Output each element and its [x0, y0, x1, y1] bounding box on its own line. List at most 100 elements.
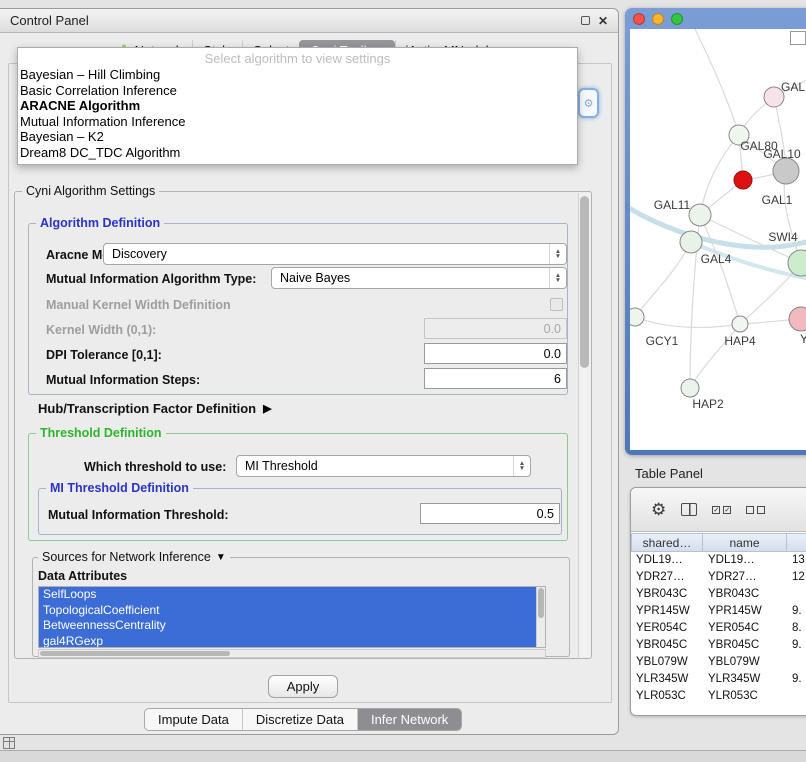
network-edge[interactable]: [635, 317, 740, 327]
network-canvas[interactable]: GAL80GAL10GAL11GAL1SWI4GAL4GCY1HAP4HAP2G…: [630, 29, 806, 450]
table-toolbar: [631, 488, 806, 532]
table-cell: YBL079W: [631, 654, 703, 671]
hub-section-toggle[interactable]: Hub/Transcription Factor Definition: [38, 401, 272, 416]
table-row[interactable]: YPR145WYPR145W9.: [631, 603, 806, 620]
column-header[interactable]: shared…: [631, 533, 703, 552]
table-row[interactable]: YDL19…YDL19…13: [631, 552, 806, 569]
network-node[interactable]: [732, 316, 748, 332]
network-node[interactable]: [681, 379, 699, 397]
bottom-tab-label: Impute Data: [158, 712, 229, 727]
list-vertical-scrollbar[interactable]: [536, 587, 545, 647]
algorithm-menu-placeholder[interactable]: Select algorithm to view settings: [18, 50, 577, 67]
table-cell: [787, 654, 806, 671]
network-node[interactable]: [689, 204, 711, 226]
bottom-tab-infer-network[interactable]: Infer Network: [357, 709, 461, 730]
table-cell: 9.: [787, 603, 806, 620]
network-edge[interactable]: [690, 29, 739, 135]
network-edge[interactable]: [700, 135, 739, 215]
mi-steps-input[interactable]: [424, 368, 567, 389]
algorithm-definition-title: Algorithm Definition: [36, 216, 164, 230]
combo-stepper-icon: [549, 244, 566, 264]
unchecked-boxes-icon[interactable]: [746, 506, 765, 514]
close-traffic-icon[interactable]: [633, 13, 645, 25]
algorithm-menu-item[interactable]: Dream8 DC_TDC Algorithm: [18, 145, 577, 161]
list-scrollbar-thumb[interactable]: [538, 588, 544, 618]
control-panel-titlebar: Control Panel: [0, 9, 618, 33]
node-label: HAP4: [724, 334, 756, 348]
list-horizontal-scrollbar[interactable]: [38, 649, 546, 658]
algorithm-menu-item[interactable]: Mutual Information Inference: [18, 114, 577, 130]
bottom-tab-impute-data[interactable]: Impute Data: [145, 709, 242, 730]
table-row[interactable]: YER054CYER054C8.: [631, 620, 806, 637]
algorithm-dropdown-menu: Select algorithm to view settings Bayesi…: [17, 47, 578, 165]
table-cell: YLR053C: [631, 688, 703, 705]
attribute-list-item[interactable]: gal4RGexp: [39, 634, 545, 649]
float-window-icon[interactable]: [581, 16, 590, 25]
algorithm-menu-item[interactable]: Basic Correlation Inference: [18, 83, 577, 99]
close-icon[interactable]: [598, 15, 608, 27]
network-node[interactable]: [788, 250, 806, 276]
attribute-list-item[interactable]: SelfLoops: [39, 587, 545, 603]
algorithm-settings-button[interactable]: ⚙: [578, 88, 599, 118]
table-cell: YLR345W: [703, 671, 787, 688]
network-edge[interactable]: [784, 171, 801, 263]
algorithm-menu-item[interactable]: ARACNE Algorithm: [18, 98, 577, 114]
network-graph: GAL80GAL10GAL11GAL1SWI4GAL4GCY1HAP4HAP2G…: [630, 29, 806, 450]
node-label: GAL4: [701, 252, 732, 266]
table-cell: YDL19…: [631, 552, 703, 569]
hub-section-label: Hub/Transcription Factor Definition: [38, 401, 256, 416]
table-cell: 8.: [787, 620, 806, 637]
cyni-bottom-tabs: Impute Data Discretize DataInfer Network: [144, 708, 462, 731]
table-row[interactable]: YBR045CYBR045C9.: [631, 637, 806, 654]
column-header[interactable]: [787, 533, 806, 552]
checked-boxes-icon[interactable]: [712, 506, 731, 514]
table-cell: 12: [787, 569, 806, 586]
table-row[interactable]: YBR043CYBR043C: [631, 586, 806, 603]
zoom-traffic-icon[interactable]: [671, 13, 683, 25]
mi-type-combo[interactable]: Naive Bayes: [271, 267, 567, 289]
table-row[interactable]: YLR053CYLR053C: [631, 688, 806, 705]
table-row[interactable]: YDR27…YDR27…12: [631, 569, 806, 586]
mi-threshold-input[interactable]: [420, 503, 560, 524]
bottom-tab-discretize-data[interactable]: Discretize Data: [242, 709, 357, 730]
table-columns-icon[interactable]: [681, 503, 697, 516]
data-attributes-list[interactable]: SelfLoopsTopologicalCoefficientBetweenne…: [38, 586, 546, 648]
algorithm-menu-item[interactable]: Bayesian – K2: [18, 129, 577, 145]
table-body: YDL19…YDL19…13YDR27…YDR27…12YBR043CYBR04…: [631, 552, 806, 705]
network-view-window: GAL80GAL10GAL11GAL1SWI4GAL4GCY1HAP4HAP2G…: [625, 8, 806, 455]
list-horizontal-thumb[interactable]: [40, 651, 230, 656]
network-node[interactable]: [773, 158, 799, 184]
network-node[interactable]: [734, 171, 752, 189]
birdseye-box[interactable]: [790, 31, 806, 45]
table-cell: 9.: [787, 637, 806, 654]
network-window-titlebar[interactable]: [625, 8, 806, 29]
gear-small-icon: ⚙: [584, 97, 594, 110]
gear-icon[interactable]: [651, 501, 666, 518]
algorithm-menu-item[interactable]: Bayesian – Hill Climbing: [18, 67, 577, 83]
dpi-tolerance-input[interactable]: [424, 343, 567, 364]
network-edge[interactable]: [635, 242, 691, 317]
attribute-list-item[interactable]: BetweennessCentrality: [39, 618, 545, 634]
attribute-list-item[interactable]: TopologicalCoefficient: [39, 603, 545, 619]
sources-toggle[interactable]: Sources for Network Inference: [38, 550, 230, 564]
network-node[interactable]: [630, 308, 644, 326]
minimize-traffic-icon[interactable]: [652, 13, 664, 25]
network-node[interactable]: [680, 231, 702, 253]
mi-steps-label: Mutual Information Steps:: [46, 373, 200, 387]
window-buttons: [581, 15, 608, 27]
table-cell: YDR27…: [703, 569, 787, 586]
table-row[interactable]: YLR345WYLR345W9.: [631, 671, 806, 688]
which-threshold-combo[interactable]: MI Threshold: [236, 455, 531, 477]
table-cell: YLR345W: [631, 671, 703, 688]
node-label: GAL11: [654, 198, 691, 212]
column-header[interactable]: name: [703, 533, 787, 552]
panel-grid-icon[interactable]: [3, 737, 15, 749]
control-panel-title: Control Panel: [10, 13, 89, 28]
table-row[interactable]: YBL079WYBL079W: [631, 654, 806, 671]
network-node[interactable]: [789, 307, 806, 331]
settings-scrollbar-thumb[interactable]: [580, 196, 589, 368]
aracne-mode-combo[interactable]: Discovery: [103, 243, 567, 265]
table-header: shared…name: [631, 533, 806, 552]
apply-button[interactable]: Apply: [268, 675, 338, 698]
node-label: GCY1: [646, 334, 679, 348]
